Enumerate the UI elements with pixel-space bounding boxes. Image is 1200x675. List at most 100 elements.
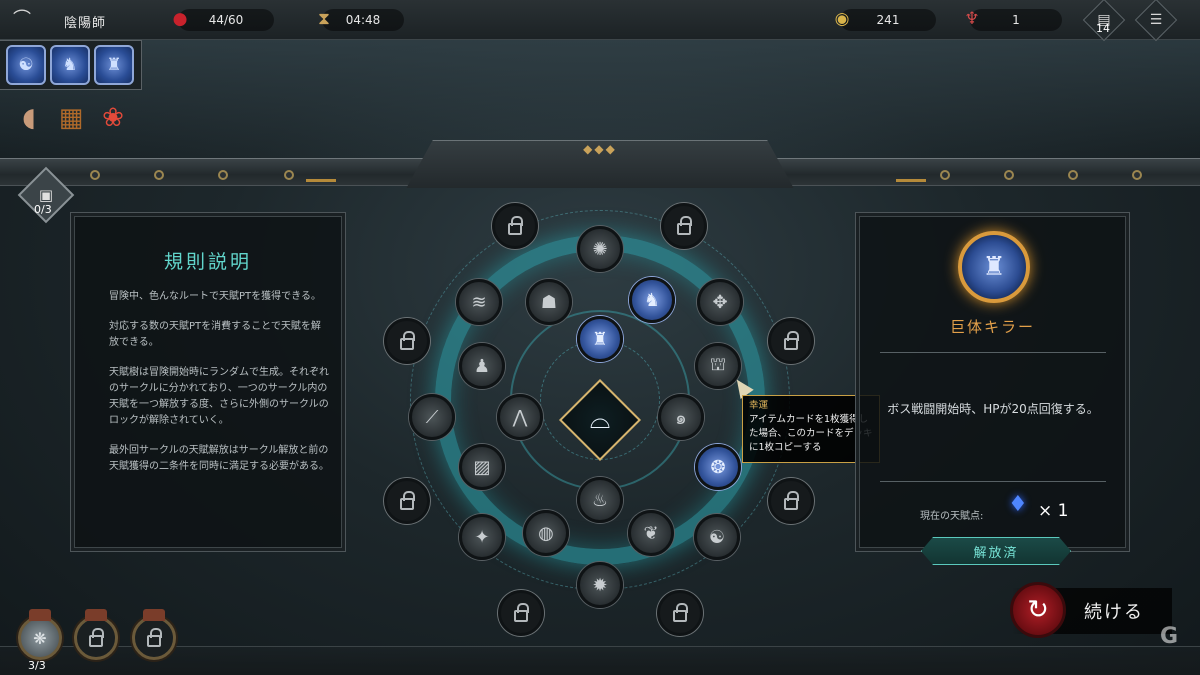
deck-count: 14: [1096, 22, 1110, 35]
lock-icon: [514, 603, 529, 622]
continue-arrow-icon[interactable]: ↻: [1010, 582, 1066, 638]
band-rivet: [940, 170, 950, 180]
menu-button[interactable]: ☰: [1134, 0, 1178, 42]
relic-box-icon[interactable]: ▦: [54, 100, 88, 136]
talent-node[interactable]: ✺: [577, 226, 623, 272]
talent-vortex-icon: ✦: [474, 526, 490, 548]
giant-slayer-icon: ♜: [982, 252, 1006, 282]
locked-talent-node[interactable]: [657, 590, 703, 636]
deck-button[interactable]: ▤: [1082, 0, 1126, 42]
card-icon: ▣: [38, 186, 54, 204]
rules-paragraph: 最外回サークルの天賦解放はサークル解放と前の天賦獲得の二条件を同時に満足する必要…: [109, 445, 329, 472]
talent-node[interactable]: ♟: [459, 343, 505, 389]
rules-paragraph: 天賦樹は冒険開始時にランダムで生成。それぞれのサークルに分かれており、一つのサー…: [109, 367, 329, 426]
band-rivet: [218, 170, 228, 180]
character-portrait-icon: ❋: [33, 628, 47, 648]
talent-node[interactable]: ☗: [526, 279, 572, 325]
talent-node[interactable]: ≋: [456, 279, 502, 325]
fan-icon: ⌓: [589, 404, 611, 435]
talent-node-active[interactable]: ♜: [577, 316, 623, 362]
talent-node[interactable]: ⟋: [409, 394, 455, 440]
shikigami-slot[interactable]: ♜: [94, 45, 134, 85]
party-bar: ☯ ♞ ♜: [0, 40, 142, 90]
top-bar: ⌒ 陰陽師 ● 44/60 ⧗ 04:48 ◉ 241 ♆ 1 ▤ 14 ☰: [0, 0, 1200, 42]
talent-node-active[interactable]: ♞: [629, 277, 675, 323]
selected-talent-name: 巨体キラー: [949, 318, 1035, 336]
talent-node[interactable]: ✹: [577, 562, 623, 608]
timer-display: ⧗ 04:48: [318, 9, 404, 31]
rules-panel: 規則説明 冒険中、色んなルートで天賦PTを獲得できる。 対応する数の天賦PTを消…: [70, 212, 346, 552]
lock-icon: [784, 331, 799, 350]
lock-icon: [677, 216, 692, 235]
selected-talent-description: ボス戦闘開始時、HPが20点回復する。: [887, 402, 1099, 416]
talent-flame-icon: ♨: [591, 489, 609, 511]
talent-yinyang-icon: ☯: [708, 526, 726, 548]
rules-title: 規則説明: [163, 251, 252, 273]
party-count: 3/3: [28, 659, 46, 672]
rules-text: 冒険中、色んなルートで天賦PTを獲得できる。 対応する数の天賦PTを消費すること…: [109, 289, 329, 489]
talent-scroll-icon: ▨: [473, 456, 491, 478]
talent-node[interactable]: ✥: [697, 279, 743, 325]
character-slot-locked[interactable]: [74, 609, 118, 660]
coin-pouch-icon: ◉: [834, 9, 850, 29]
locked-talent-node[interactable]: [768, 318, 814, 364]
talent-wave-icon: ≋: [471, 291, 487, 313]
talent-beast-icon: ✥: [712, 291, 728, 313]
shikigami-portrait-icon: ☯: [18, 55, 34, 75]
locked-talent-node[interactable]: [384, 478, 430, 524]
talent-node[interactable]: ▨: [459, 444, 505, 490]
band-ornament: [306, 172, 336, 182]
locked-talent-node[interactable]: [384, 318, 430, 364]
continue-label[interactable]: 続ける: [1084, 598, 1144, 624]
lock-icon: [508, 216, 523, 235]
talent-serpent-icon: ❦: [643, 522, 659, 544]
talent-node[interactable]: ☯: [694, 514, 740, 560]
shikigami-slot[interactable]: ☯: [6, 45, 46, 85]
keys-display: ♆ 1: [964, 9, 1062, 31]
slot-tab: [85, 609, 107, 621]
slot-tab: [143, 609, 165, 621]
band-rivet: [1132, 170, 1142, 180]
lock-icon: [89, 628, 104, 647]
hourglass-icon: ⧗: [318, 9, 330, 29]
character-slot[interactable]: ❋: [18, 609, 62, 660]
selected-talent-icon: ♜: [958, 231, 1030, 303]
talent-node[interactable]: ❦: [628, 510, 674, 556]
talent-spiral-icon: ๑: [675, 407, 687, 429]
lock-icon: [784, 491, 799, 510]
band-rivet: [90, 170, 100, 180]
talent-node[interactable]: ⋀: [497, 394, 543, 440]
bottom-bar: [0, 646, 1200, 675]
locked-talent-node[interactable]: [768, 478, 814, 524]
talent-dragon-icon: ✺: [592, 238, 608, 260]
unlock-button[interactable]: 解放済: [921, 537, 1071, 565]
relic-lucky-cat-icon[interactable]: ❀: [96, 100, 130, 136]
blue-flame-icon: ♦: [1008, 492, 1028, 517]
band-rivet: [154, 170, 164, 180]
talent-points-count: 0/3: [34, 203, 52, 216]
fan-emblem: ⌒: [13, 8, 50, 30]
talent-crowd-icon: ♟: [473, 355, 491, 377]
talent-node[interactable]: ๑: [658, 394, 704, 440]
talent-spirit-icon: ❂: [710, 456, 726, 478]
crest-ornament-icon: ◆◆◆: [583, 142, 617, 156]
locked-talent-node[interactable]: [492, 203, 538, 249]
talent-node[interactable]: ◍: [523, 510, 569, 556]
rules-paragraph: 冒険中、色んなルートで天賦PTを獲得できる。: [109, 291, 321, 302]
talent-giant-icon: ⛫: [709, 354, 727, 375]
character-slot-locked[interactable]: [132, 609, 176, 660]
shikigami-slot[interactable]: ♞: [50, 45, 90, 85]
talent-node[interactable]: ♨: [577, 477, 623, 523]
blood-drop-icon: ●: [172, 9, 188, 29]
watermark-logo: G: [1160, 624, 1179, 649]
talent-node-active[interactable]: ❂: [695, 444, 741, 490]
lock-icon: [147, 628, 162, 647]
locked-talent-node[interactable]: [498, 590, 544, 636]
shikigami-portrait-icon: ♜: [106, 55, 122, 75]
locked-talent-node[interactable]: [661, 203, 707, 249]
relic-gourd-icon[interactable]: ◖: [12, 100, 46, 136]
talent-orb-icon: ◍: [538, 522, 554, 544]
shikigami-portrait-icon: ♞: [62, 55, 78, 75]
lock-icon: [673, 603, 688, 622]
talent-node[interactable]: ✦: [459, 514, 505, 560]
